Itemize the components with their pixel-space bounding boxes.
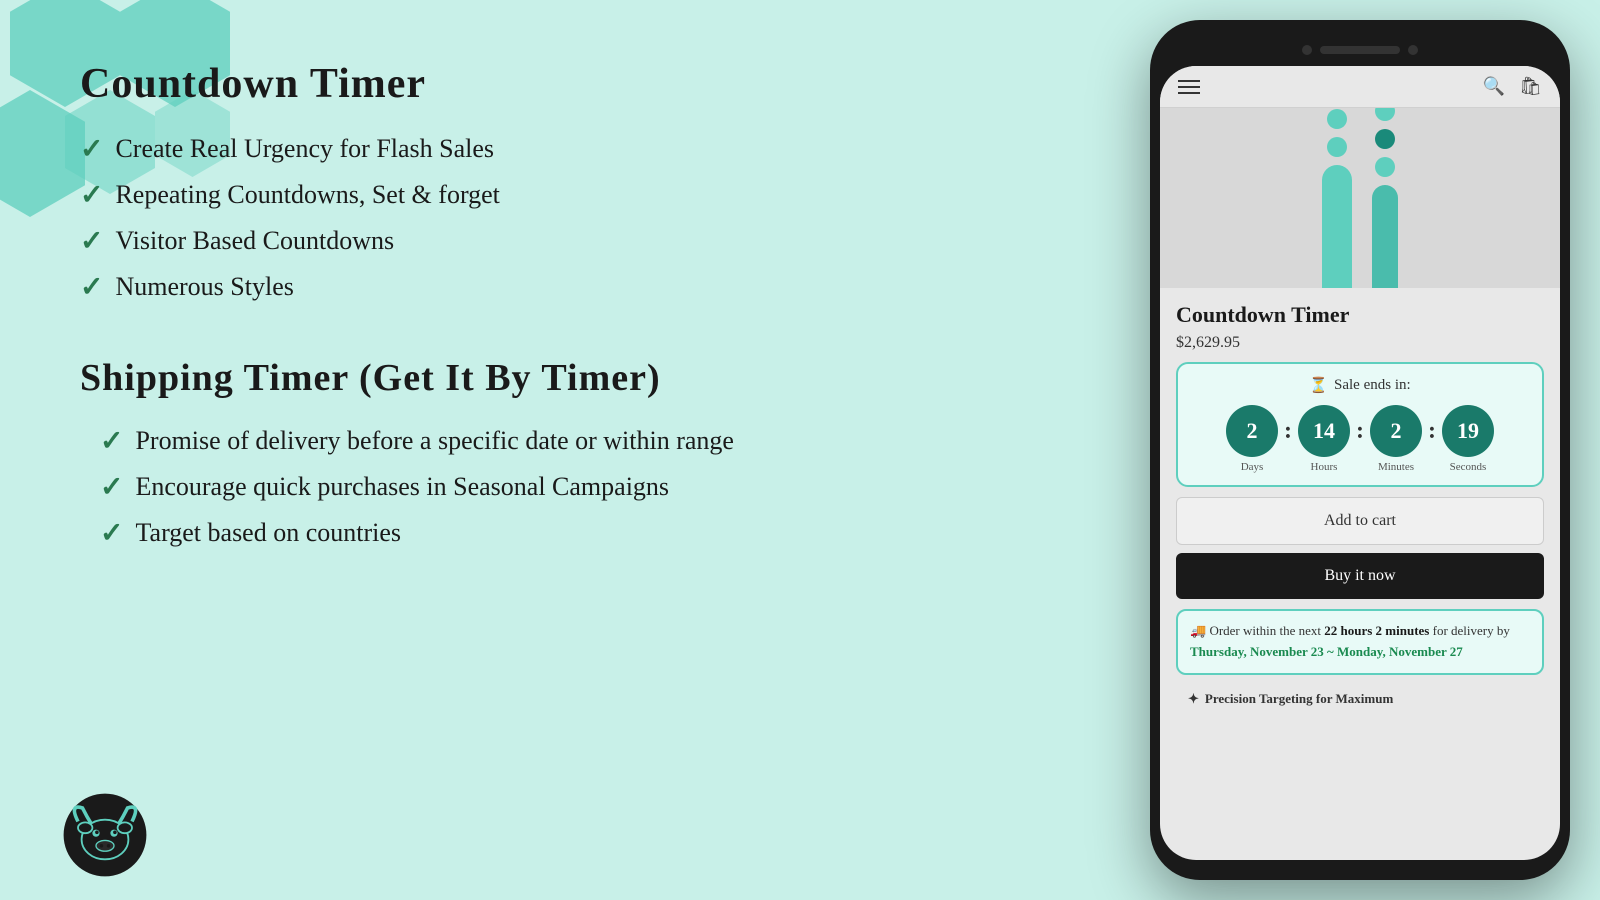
search-icon[interactable]: 🔍 xyxy=(1483,76,1505,97)
hamburger-line xyxy=(1178,92,1200,94)
product-stick xyxy=(1372,185,1398,288)
shipping-text-mid: for delivery by xyxy=(1429,623,1510,638)
product-name: Countdown Timer xyxy=(1176,302,1544,328)
phone-screen: 🔍 🛍 xyxy=(1160,66,1560,860)
phone-notch xyxy=(1160,38,1560,62)
product-visual xyxy=(1322,108,1398,288)
check-icon: ✓ xyxy=(80,224,103,258)
star-icon: ✦ xyxy=(1188,691,1199,707)
section1-title: Countdown Timer xyxy=(80,60,1080,108)
main-layout: Countdown Timer ✓ Create Real Urgency fo… xyxy=(0,0,1600,900)
timer-seconds-circle: 19 xyxy=(1442,405,1494,457)
check-icon: ✓ xyxy=(80,132,103,166)
list-item: ✓ Visitor Based Countdowns xyxy=(80,224,1080,258)
list-item: ✓ Promise of delivery before a specific … xyxy=(80,424,1080,458)
logo-container xyxy=(60,790,150,880)
buy-now-button[interactable]: Buy it now xyxy=(1176,553,1544,599)
countdown-timer: 2 Days : 14 Hours : 2 Minutes xyxy=(1188,405,1532,473)
feature-text: Target based on countries xyxy=(135,518,401,548)
section2-feature-list: ✓ Promise of delivery before a specific … xyxy=(80,424,1080,562)
timer-days-label: Days xyxy=(1241,461,1264,473)
section1-feature-list: ✓ Create Real Urgency for Flash Sales ✓ … xyxy=(80,132,1080,316)
timer-days: 2 Days xyxy=(1226,405,1278,473)
timer-seconds-label: Seconds xyxy=(1450,461,1487,473)
list-item: ✓ Target based on countries xyxy=(80,516,1080,550)
check-icon: ✓ xyxy=(100,424,123,458)
phone-product-info: Countdown Timer $2,629.95 ⏳ Sale ends in… xyxy=(1160,288,1560,729)
precision-bar: ✦ Precision Targeting for Maximum xyxy=(1176,683,1544,715)
list-item: ✓ Encourage quick purchases in Seasonal … xyxy=(80,470,1080,504)
countdown-box: ⏳ Sale ends in: 2 Days : 14 Hours xyxy=(1176,362,1544,487)
cart-icon[interactable]: 🛍 xyxy=(1519,76,1542,97)
add-to-cart-button[interactable]: Add to cart xyxy=(1176,497,1544,545)
hamburger-line xyxy=(1178,80,1200,82)
product-dot xyxy=(1375,129,1395,149)
colon-separator: : xyxy=(1354,418,1366,445)
product-image-area xyxy=(1160,108,1560,288)
product-dot xyxy=(1375,108,1395,121)
check-icon: ✓ xyxy=(80,178,103,212)
right-content: 🔍 🛍 xyxy=(1140,0,1600,900)
timer-minutes-circle: 2 xyxy=(1370,405,1422,457)
countdown-header: ⏳ Sale ends in: xyxy=(1188,376,1532,395)
phone-nav-icons: 🔍 🛍 xyxy=(1483,76,1542,97)
countdown-header-text: Sale ends in: xyxy=(1334,377,1411,394)
product-dot xyxy=(1375,157,1395,177)
product-price: $2,629.95 xyxy=(1176,334,1544,352)
shipping-time-bold: 22 hours 2 minutes xyxy=(1324,623,1429,638)
section2-title: Shipping Timer (Get It By Timer) xyxy=(80,356,1080,400)
feature-text: Numerous Styles xyxy=(115,272,293,302)
check-icon: ✓ xyxy=(100,470,123,504)
list-item: ✓ Repeating Countdowns, Set & forget xyxy=(80,178,1080,212)
feature-text: Repeating Countdowns, Set & forget xyxy=(115,180,499,210)
timer-hours-label: Hours xyxy=(1311,461,1338,473)
product-dot xyxy=(1327,137,1347,157)
front-camera xyxy=(1302,45,1312,55)
feature-text: Promise of delivery before a specific da… xyxy=(135,426,734,456)
feature-text: Encourage quick purchases in Seasonal Ca… xyxy=(135,472,669,502)
hourglass-icon: ⏳ xyxy=(1309,376,1328,395)
product-stick xyxy=(1322,165,1352,288)
colon-separator: : xyxy=(1282,418,1294,445)
timer-hours-circle: 14 xyxy=(1298,405,1350,457)
feature-text: Create Real Urgency for Flash Sales xyxy=(115,134,494,164)
check-icon: ✓ xyxy=(80,270,103,304)
product-item-right xyxy=(1372,108,1398,288)
shipping-text-start: Order within the next xyxy=(1209,623,1324,638)
product-item-left xyxy=(1322,108,1352,288)
shipping-date-range: Thursday, November 23 ~ Monday, November… xyxy=(1190,644,1463,659)
feature-text: Visitor Based Countdowns xyxy=(115,226,394,256)
check-icon: ✓ xyxy=(100,516,123,550)
hamburger-line xyxy=(1178,86,1200,88)
colon-separator: : xyxy=(1426,418,1438,445)
list-item: ✓ Numerous Styles xyxy=(80,270,1080,304)
truck-icon: 🚚 xyxy=(1190,623,1206,638)
product-dot xyxy=(1327,109,1347,129)
timer-seconds: 19 Seconds xyxy=(1442,405,1494,473)
list-item: ✓ Create Real Urgency for Flash Sales xyxy=(80,132,1080,166)
phone-top-bar: 🔍 🛍 xyxy=(1160,66,1560,108)
hamburger-menu[interactable] xyxy=(1178,80,1200,94)
phone-speaker xyxy=(1320,46,1400,54)
shipping-box: 🚚 Order within the next 22 hours 2 minut… xyxy=(1176,609,1544,675)
brand-logo xyxy=(60,790,150,880)
precision-text: Precision Targeting for Maximum xyxy=(1205,691,1393,707)
left-content: Countdown Timer ✓ Create Real Urgency fo… xyxy=(0,0,1140,900)
front-camera-2 xyxy=(1408,45,1418,55)
timer-minutes: 2 Minutes xyxy=(1370,405,1422,473)
timer-hours: 14 Hours xyxy=(1298,405,1350,473)
phone-mockup: 🔍 🛍 xyxy=(1150,20,1570,880)
timer-minutes-label: Minutes xyxy=(1378,461,1414,473)
timer-days-circle: 2 xyxy=(1226,405,1278,457)
